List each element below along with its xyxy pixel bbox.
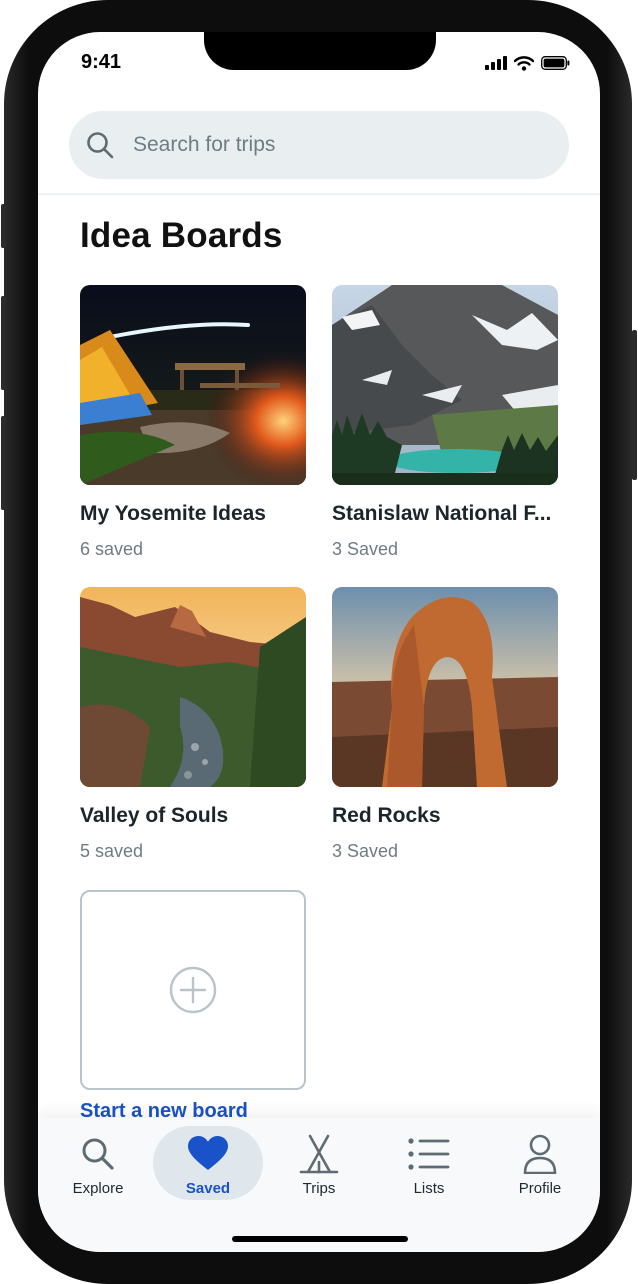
tab-label: Lists — [413, 1180, 445, 1197]
status-icons — [485, 54, 570, 72]
board-name: My Yosemite Ideas — [80, 502, 266, 525]
board-count: 6 saved — [80, 539, 144, 559]
search-icon — [81, 1134, 115, 1174]
search-icon — [86, 131, 114, 159]
tab-saved[interactable]: Saved — [153, 1118, 263, 1200]
board-card[interactable]: Red Rocks 3 Saved — [332, 587, 558, 862]
night-campsite-photo — [80, 285, 306, 485]
tab-profile[interactable]: Profile — [485, 1118, 595, 1200]
tab-explore[interactable]: Explore — [43, 1118, 153, 1200]
board-card[interactable]: Valley of Souls 5 saved — [80, 587, 306, 862]
home-indicator — [232, 1236, 408, 1242]
signal-icon — [485, 56, 507, 70]
search-input[interactable]: Search for trips — [133, 133, 275, 157]
sandstone-arch-photo — [332, 587, 558, 787]
tent-icon — [298, 1134, 340, 1174]
tab-label: Profile — [518, 1180, 562, 1197]
tab-label: Saved — [185, 1180, 231, 1197]
divider — [38, 193, 600, 195]
tab-lists[interactable]: Lists — [374, 1118, 484, 1200]
board-name: Valley of Souls — [80, 804, 229, 827]
screen: 9:41 Search for trips Idea Boards My Yos… — [38, 32, 600, 1252]
board-card[interactable]: Stanislaw National F... 3 Saved — [332, 285, 558, 560]
tab-trips[interactable]: Trips — [264, 1118, 374, 1200]
mountain-lake-photo — [332, 285, 558, 485]
tab-label: Explore — [72, 1180, 124, 1197]
tab-label: Trips — [302, 1180, 336, 1197]
board-name: Stanislaw National F... — [332, 502, 552, 525]
mute-switch — [1, 204, 6, 248]
notch — [204, 32, 436, 70]
wifi-icon — [514, 55, 534, 71]
new-board-button[interactable] — [80, 890, 306, 1090]
board-count: 3 Saved — [332, 539, 399, 559]
status-time: 9:41 — [81, 51, 122, 73]
tab-bar: Explore Saved Trips Lists Profile — [38, 1118, 600, 1252]
heart-icon — [187, 1134, 229, 1174]
list-icon — [408, 1134, 450, 1174]
volume-down-button — [1, 416, 6, 510]
board-name: Red Rocks — [332, 804, 441, 827]
power-button — [632, 330, 637, 480]
plus-circle-icon — [169, 966, 217, 1014]
board-count: 3 Saved — [332, 841, 399, 861]
battery-icon — [541, 56, 570, 70]
board-count: 5 saved — [80, 841, 144, 861]
page-title: Idea Boards — [80, 216, 283, 255]
search-bar[interactable]: Search for trips — [69, 111, 569, 179]
board-card[interactable]: My Yosemite Ideas 6 saved — [80, 285, 306, 560]
person-icon — [523, 1134, 557, 1174]
canyon-river-photo — [80, 587, 306, 787]
volume-up-button — [1, 296, 6, 390]
